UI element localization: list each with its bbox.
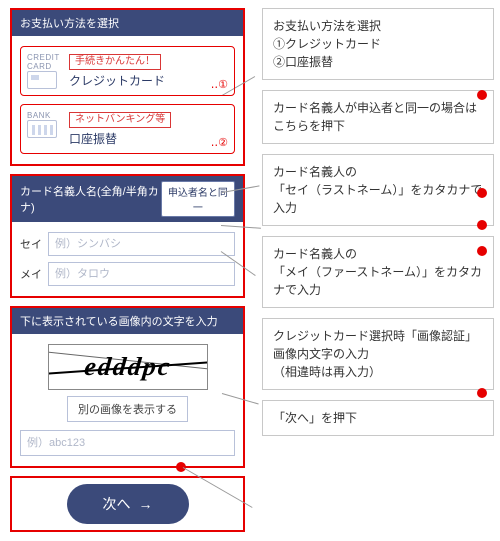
notes-column: お支払い方法を選択 ①クレジットカード ②口座振替 カード名義人が申込者と同一の… <box>250 0 500 540</box>
bank-badge: ネットバンキング等 <box>69 112 171 128</box>
mei-row: メイ <box>20 262 235 286</box>
bank-number-mark: ‥ ② <box>211 136 228 149</box>
form-column: お支払い方法を選択 CREDIT CARD 手続きかんたん！ クレジットカード … <box>0 0 250 540</box>
next-button[interactable]: 次へ → <box>67 484 189 524</box>
credit-chip-label: CREDIT CARD <box>27 53 61 71</box>
same-as-applicant-button[interactable]: 申込者名と同一 <box>161 181 235 217</box>
credit-name: クレジットカード <box>69 70 226 89</box>
credit-number-mark: ‥ ① <box>211 78 228 91</box>
captcha-image: edddpc <box>48 344 208 390</box>
name-panel: カード名義人名(全角/半角カナ) 申込者名と同一 セイ メイ <box>10 174 245 298</box>
credit-card-icon <box>27 71 57 89</box>
note-6: 「次へ」を押下 <box>262 400 494 436</box>
annotation-dot-1 <box>477 90 487 100</box>
captcha-reload-button[interactable]: 別の画像を表示する <box>67 396 188 422</box>
annotation-dot-3 <box>477 220 487 230</box>
sei-input[interactable] <box>48 232 235 256</box>
bank-icon <box>27 120 57 138</box>
note-2: カード名義人が申込者と同一の場合はこちらを押下 <box>262 90 494 144</box>
next-label: 次へ <box>103 494 131 514</box>
bank-chip-label: BANK <box>27 111 61 120</box>
note-3: カード名義人の 「セイ（ラストネーム）」をカタカナで入力 <box>262 154 494 226</box>
captcha-text: edddpc <box>48 345 208 389</box>
captcha-panel: 下に表示されている画像内の文字を入力 edddpc 別の画像を表示する <box>10 306 245 468</box>
payment-panel: お支払い方法を選択 CREDIT CARD 手続きかんたん！ クレジットカード … <box>10 8 245 166</box>
next-row: 次へ → <box>10 476 245 532</box>
note-4: カード名義人の 「メイ（ファーストネーム）」をカタカナで入力 <box>262 236 494 308</box>
sei-row: セイ <box>20 232 235 256</box>
page: お支払い方法を選択 CREDIT CARD 手続きかんたん！ クレジットカード … <box>0 0 500 540</box>
mei-label: メイ <box>20 266 42 282</box>
bank-name: 口座振替 <box>69 128 226 147</box>
annotation-dot-5 <box>477 388 487 398</box>
credit-badge: 手続きかんたん！ <box>69 54 161 70</box>
sei-label: セイ <box>20 236 42 252</box>
name-panel-title: カード名義人名(全角/半角カナ) <box>20 183 161 215</box>
name-panel-head: カード名義人名(全角/半角カナ) 申込者名と同一 <box>12 176 243 222</box>
annotation-dot-4 <box>477 246 487 256</box>
pay-option-credit[interactable]: CREDIT CARD 手続きかんたん！ クレジットカード ‥ ① <box>20 46 235 96</box>
annotation-dot-2 <box>477 188 487 198</box>
mei-input[interactable] <box>48 262 235 286</box>
arrow-right-icon: → <box>139 496 153 512</box>
note-5: クレジットカード選択時「画像認証」 画像内文字の入力 （相違時は再入力） <box>262 318 494 390</box>
captcha-input[interactable] <box>20 430 235 456</box>
payment-panel-title: お支払い方法を選択 <box>12 10 243 36</box>
captcha-panel-title: 下に表示されている画像内の文字を入力 <box>12 308 243 334</box>
pay-option-bank[interactable]: BANK ネットバンキング等 口座振替 ‥ ② <box>20 104 235 154</box>
note-1: お支払い方法を選択 ①クレジットカード ②口座振替 <box>262 8 494 80</box>
